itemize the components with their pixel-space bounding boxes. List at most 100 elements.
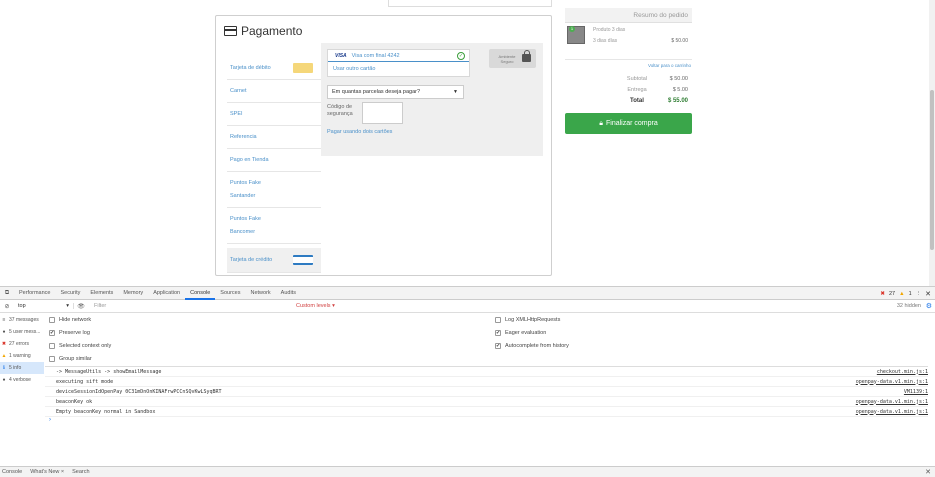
error-count[interactable]: 27 bbox=[889, 291, 895, 297]
sidebar-item-warnings[interactable]: ▲ 1 warning bbox=[0, 350, 44, 362]
drawer-tab-search[interactable]: Search bbox=[72, 469, 89, 475]
item-count-badge: 1 bbox=[569, 26, 575, 32]
sidebar-item-label: 1 warning bbox=[9, 353, 31, 359]
option-autocomplete[interactable]: ✔ Autocomplete from history bbox=[495, 343, 569, 349]
total-value: $ 55.00 bbox=[667, 97, 688, 104]
checkbox[interactable] bbox=[49, 317, 55, 323]
log-source-link[interactable]: openpay-data.v1.min.js:1 bbox=[856, 379, 928, 385]
log-source-link[interactable]: VM1139:1 bbox=[904, 389, 928, 395]
error-icon: ✖ bbox=[1, 341, 7, 347]
more-options-icon[interactable]: ⋮ bbox=[916, 291, 922, 297]
sidebar-item-verbose[interactable]: ● 4 verbose bbox=[0, 374, 44, 386]
tab-application[interactable]: Application bbox=[148, 287, 185, 300]
tab-memory[interactable]: Memory bbox=[118, 287, 148, 300]
use-other-card-link[interactable]: Usar outro cartão bbox=[328, 62, 469, 76]
saved-card-row[interactable]: VISA Visa com final 4242 ✓ bbox=[328, 50, 469, 62]
method-label: Tarjeta de crédito bbox=[230, 257, 273, 263]
method-spei[interactable]: SPEI bbox=[227, 103, 321, 126]
checkbox[interactable] bbox=[495, 317, 501, 323]
log-source-link[interactable]: openpay-data.v1.min.js:1 bbox=[856, 409, 928, 415]
levels-dropdown[interactable]: Custom levels ▾ bbox=[296, 303, 335, 309]
tab-audits[interactable]: Audits bbox=[276, 287, 301, 300]
log-message: Empty beaconKey normal in Sandbox bbox=[56, 408, 156, 415]
tab-console[interactable]: Console bbox=[185, 287, 216, 300]
method-carnet[interactable]: Carnet bbox=[227, 80, 321, 103]
tab-elements[interactable]: Elements bbox=[85, 287, 118, 300]
method-label: Tarjeta de débito bbox=[230, 65, 271, 71]
context-value: top bbox=[18, 303, 26, 309]
tab-performance[interactable]: Performance bbox=[14, 287, 56, 300]
credit-card-panel: VISA Visa com final 4242 ✓ Usar outro ca… bbox=[321, 43, 543, 156]
summary-product: 1 Produto 3 dias 3 dias días $ 50.00 bbox=[565, 23, 692, 60]
option-log-xhr[interactable]: Log XMLHttpRequests bbox=[495, 317, 560, 323]
dock-icon[interactable]: ⧉ bbox=[0, 290, 14, 297]
log-entry: executing sift mode openpay-data.v1.min.j… bbox=[45, 377, 928, 387]
installments-select[interactable]: Em quantas parcelas deseja pagar? ▼ bbox=[327, 85, 464, 99]
subtotal-label: Subtotal bbox=[626, 75, 648, 82]
product-days: 3 dias días bbox=[593, 38, 618, 44]
checkbox[interactable] bbox=[49, 343, 55, 349]
method-puntos-santander[interactable]: Puntos Fake Santander bbox=[227, 172, 321, 208]
console-prompt[interactable]: › bbox=[45, 417, 928, 427]
option-eager-eval[interactable]: ✔ Eager evaluation bbox=[495, 330, 546, 336]
checkbox-checked[interactable]: ✔ bbox=[49, 330, 55, 336]
drawer-tab-console[interactable]: Console bbox=[2, 469, 22, 475]
tab-security[interactable]: Security bbox=[56, 287, 86, 300]
devtools-panel: ⧉ Performance Security Elements Memory A… bbox=[0, 286, 935, 477]
tab-network[interactable]: Network bbox=[245, 287, 275, 300]
context-select[interactable]: top ▾ bbox=[14, 303, 74, 309]
log-message: beaconKey ok bbox=[56, 398, 93, 405]
method-puntos-bancomer[interactable]: Puntos Fake Bancomer bbox=[227, 208, 321, 244]
log-entry: Empty beaconKey normal in Sandbox openpay… bbox=[45, 407, 928, 417]
option-selected-context[interactable]: Selected context only bbox=[49, 343, 111, 349]
sidebar-item-errors[interactable]: ✖ 27 errors bbox=[0, 338, 44, 350]
method-pago-tienda[interactable]: Pago en Tienda bbox=[227, 149, 321, 172]
close-icon[interactable]: ✕ bbox=[925, 290, 931, 298]
back-to-cart-link[interactable]: Voltar para o carrinho bbox=[565, 60, 692, 73]
option-group-similar[interactable]: Group similar bbox=[49, 356, 92, 362]
option-label: Autocomplete from history bbox=[505, 343, 569, 349]
option-label: Preserve log bbox=[59, 330, 90, 336]
checkbox-checked[interactable]: ✔ bbox=[495, 330, 501, 336]
drawer-tab-whats-new[interactable]: What's New × bbox=[30, 469, 64, 475]
summary-title: Resumo do pedido bbox=[565, 8, 692, 23]
method-label: Pago en Tienda bbox=[230, 157, 269, 163]
method-credit[interactable]: Tarjeta de crédito bbox=[227, 248, 321, 273]
eye-icon[interactable]: 👁︎ bbox=[74, 303, 88, 310]
sidebar-item-user-messages[interactable]: ● 5 user mess... bbox=[0, 326, 44, 338]
devtools-status: ✖ 27 ▲ 1 ⋮ ✕ bbox=[880, 287, 931, 300]
sidebar-item-info[interactable]: ℹ 5 info bbox=[0, 362, 44, 374]
payment-methods-list: Tarjeta de débito Carnet SPEI Referencia… bbox=[227, 57, 321, 273]
close-drawer-icon[interactable]: ✕ bbox=[925, 468, 931, 476]
filter-input[interactable]: Filter bbox=[94, 303, 284, 309]
cvv-input[interactable] bbox=[362, 102, 403, 124]
secure-label: Ambiente Seguro bbox=[498, 53, 516, 64]
clear-console-icon[interactable]: ⊘ bbox=[0, 303, 14, 310]
method-referencia[interactable]: Referencia bbox=[227, 126, 321, 149]
checkbox-checked[interactable]: ✔ bbox=[495, 343, 501, 349]
option-preserve-log[interactable]: ✔ Preserve log bbox=[49, 330, 90, 336]
log-source-link[interactable]: checkout.min.js:1 bbox=[877, 369, 928, 375]
gear-icon[interactable]: ⚙ bbox=[926, 302, 932, 310]
installments-value: Em quantas parcelas deseja pagar? bbox=[332, 89, 421, 95]
warning-count[interactable]: 1 bbox=[909, 291, 912, 297]
method-debit[interactable]: Tarjeta de débito bbox=[227, 57, 321, 80]
checkbox[interactable] bbox=[49, 356, 55, 362]
sidebar-item-messages[interactable]: ≡ 37 messages bbox=[0, 314, 44, 326]
verbose-icon: ● bbox=[2, 377, 6, 383]
finalize-purchase-button[interactable]: 🔒︎ Finalizar compra bbox=[565, 113, 692, 134]
scrollbar-thumb[interactable] bbox=[930, 90, 934, 250]
log-source-link[interactable]: openpay-data.v1.min.js:1 bbox=[856, 399, 928, 405]
method-label: Puntos Fake bbox=[230, 216, 261, 222]
sidebar-item-label: 4 verbose bbox=[9, 377, 31, 383]
log-entry: deviceSessionIdOpenPay 0C31mDnOnKINAFrwP… bbox=[45, 387, 928, 397]
log-message: executing sift mode bbox=[56, 378, 114, 385]
secure-environment-badge: Ambiente Seguro bbox=[489, 49, 536, 68]
page-scrollbar[interactable] bbox=[929, 0, 935, 286]
method-label: Referencia bbox=[230, 134, 257, 140]
pay-two-cards-link[interactable]: Pagar usando dois cartões bbox=[327, 129, 392, 135]
tab-sources[interactable]: Sources bbox=[215, 287, 245, 300]
option-hide-network[interactable]: Hide network bbox=[49, 317, 91, 323]
visa-logo: VISA bbox=[335, 52, 347, 59]
saved-card-selector[interactable]: VISA Visa com final 4242 ✓ Usar outro ca… bbox=[327, 49, 470, 77]
